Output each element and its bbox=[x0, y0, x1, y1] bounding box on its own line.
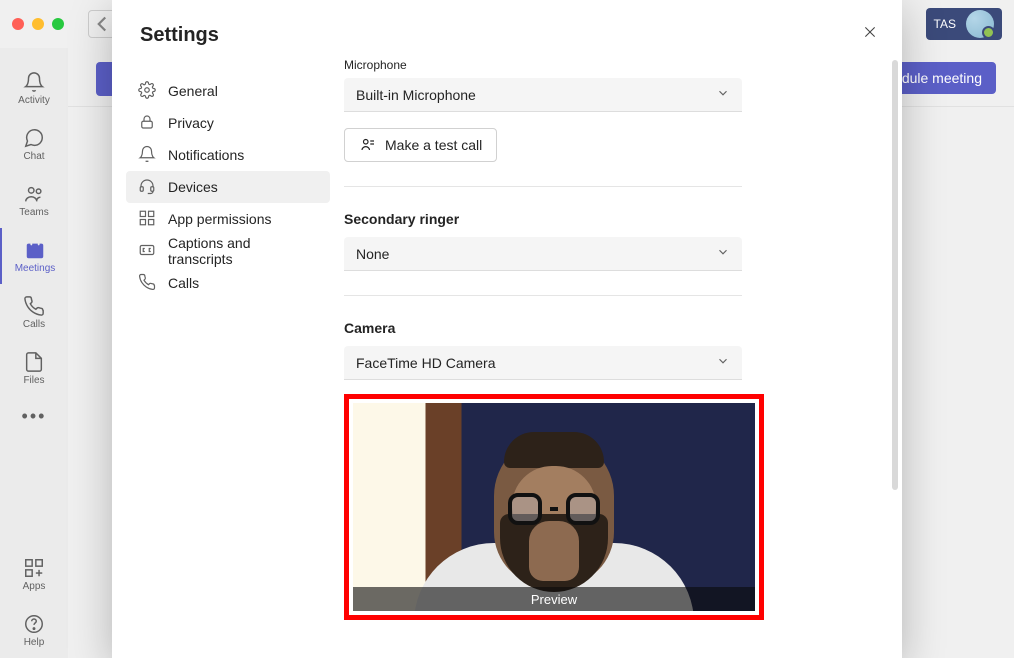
settings-nav-label: Notifications bbox=[168, 147, 244, 163]
settings-nav-label: Calls bbox=[168, 275, 199, 291]
phone-icon bbox=[138, 273, 156, 294]
camera-preview: Preview bbox=[353, 403, 755, 611]
close-window-button[interactable] bbox=[12, 18, 24, 30]
section-divider bbox=[344, 295, 742, 296]
rail-item-chat[interactable]: Chat bbox=[0, 116, 68, 172]
settings-sidebar: Settings General Privacy Notifications D… bbox=[112, 0, 344, 658]
test-call-label: Make a test call bbox=[385, 137, 482, 153]
rail-label: Files bbox=[23, 375, 44, 386]
settings-nav-notifications[interactable]: Notifications bbox=[126, 139, 330, 171]
avatar[interactable] bbox=[966, 10, 994, 38]
microphone-dropdown[interactable]: Built-in Microphone bbox=[344, 78, 742, 112]
rail-item-help[interactable]: Help bbox=[0, 602, 68, 658]
rail-label: Calls bbox=[23, 319, 45, 330]
settings-nav-general[interactable]: General bbox=[126, 75, 330, 107]
chevron-down-icon bbox=[716, 354, 730, 371]
rail-more-button[interactable]: ••• bbox=[0, 396, 68, 436]
maximize-window-button[interactable] bbox=[52, 18, 64, 30]
section-divider bbox=[344, 186, 742, 187]
secondary-ringer-value: None bbox=[356, 246, 389, 262]
settings-content: Microphone Built-in Microphone Make a te… bbox=[344, 0, 902, 658]
rail-label: Chat bbox=[23, 151, 44, 162]
schedule-meeting-label: dule meeting bbox=[902, 70, 982, 86]
rail-item-files[interactable]: Files bbox=[0, 340, 68, 396]
captions-icon bbox=[138, 241, 156, 262]
schedule-meeting-button[interactable]: dule meeting bbox=[888, 62, 996, 94]
lock-icon bbox=[138, 113, 156, 134]
camera-value: FaceTime HD Camera bbox=[356, 355, 496, 371]
app-rail: Activity Chat Teams Meetings Calls Files… bbox=[0, 48, 68, 658]
rail-label: Teams bbox=[19, 207, 48, 218]
settings-nav-label: General bbox=[168, 83, 218, 99]
rail-label: Meetings bbox=[15, 263, 56, 274]
window-controls bbox=[12, 18, 64, 30]
chevron-down-icon bbox=[716, 86, 730, 103]
preview-caption: Preview bbox=[353, 587, 755, 611]
rail-label: Activity bbox=[18, 95, 50, 106]
rail-item-calls[interactable]: Calls bbox=[0, 284, 68, 340]
chevron-down-icon bbox=[716, 245, 730, 262]
settings-nav-calls[interactable]: Calls bbox=[126, 267, 330, 299]
settings-nav-label: Devices bbox=[168, 179, 218, 195]
header-user-block[interactable]: TAS bbox=[926, 8, 1002, 40]
settings-nav-label: App permissions bbox=[168, 211, 272, 227]
camera-dropdown[interactable]: FaceTime HD Camera bbox=[344, 346, 742, 380]
background-button-stub bbox=[96, 62, 112, 96]
gear-icon bbox=[138, 81, 156, 102]
bell-icon bbox=[138, 145, 156, 166]
settings-nav-devices[interactable]: Devices bbox=[126, 171, 330, 203]
settings-nav-app-permissions[interactable]: App permissions bbox=[126, 203, 330, 235]
minimize-window-button[interactable] bbox=[32, 18, 44, 30]
headset-icon bbox=[138, 177, 156, 198]
camera-label: Camera bbox=[344, 320, 886, 336]
rail-item-activity[interactable]: Activity bbox=[0, 60, 68, 116]
scrollbar[interactable] bbox=[892, 60, 898, 490]
secondary-ringer-label: Secondary ringer bbox=[344, 211, 886, 227]
camera-preview-highlight: Preview bbox=[344, 394, 764, 620]
user-initials: TAS bbox=[934, 17, 956, 31]
rail-item-apps[interactable]: Apps bbox=[0, 546, 68, 602]
settings-nav-captions[interactable]: Captions and transcripts bbox=[126, 235, 330, 267]
settings-nav-label: Captions and transcripts bbox=[168, 235, 318, 267]
settings-modal: Settings General Privacy Notifications D… bbox=[112, 0, 902, 658]
rail-label: Help bbox=[24, 637, 45, 648]
settings-title: Settings bbox=[140, 24, 330, 47]
make-test-call-button[interactable]: Make a test call bbox=[344, 128, 497, 162]
rail-label: Apps bbox=[23, 581, 46, 592]
test-call-icon bbox=[359, 135, 377, 156]
microphone-value: Built-in Microphone bbox=[356, 87, 476, 103]
microphone-label: Microphone bbox=[344, 58, 886, 72]
settings-nav-label: Privacy bbox=[168, 115, 214, 131]
rail-item-teams[interactable]: Teams bbox=[0, 172, 68, 228]
grid-icon bbox=[138, 209, 156, 230]
secondary-ringer-dropdown[interactable]: None bbox=[344, 237, 742, 271]
rail-item-meetings[interactable]: Meetings bbox=[0, 228, 68, 284]
settings-nav-privacy[interactable]: Privacy bbox=[126, 107, 330, 139]
